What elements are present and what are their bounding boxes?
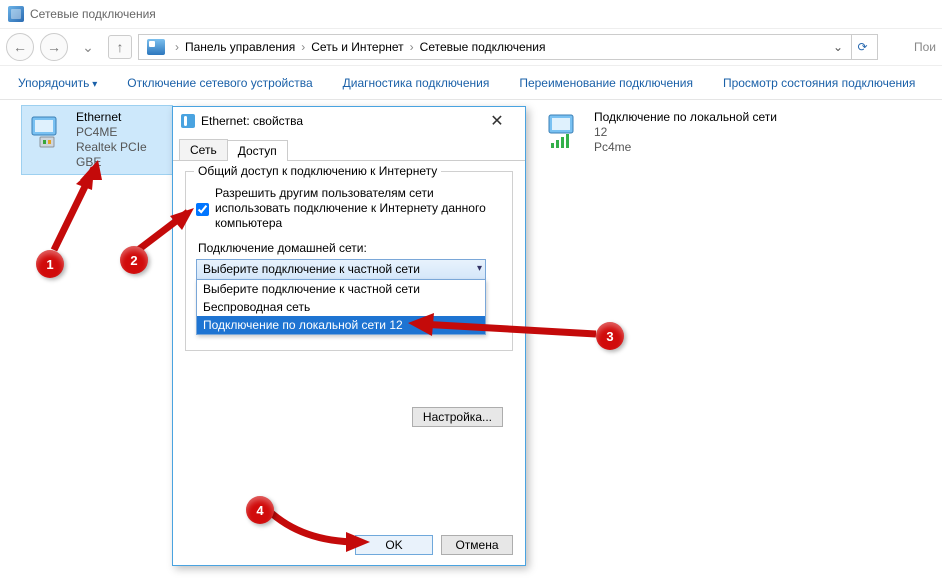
- group-legend: Общий доступ к подключению к Интернету: [194, 164, 441, 178]
- crumb-control-panel[interactable]: Панель управления: [185, 40, 295, 54]
- chevron-down-icon: ▾: [477, 263, 482, 274]
- home-network-label: Подключение домашней сети:: [198, 241, 502, 255]
- ethernet-icon: [181, 114, 195, 128]
- annotation-badge-3: 3: [596, 322, 624, 350]
- window-titlebar: Сетевые подключения: [0, 0, 942, 28]
- content-area: Ethernet PC4ME Realtek PCIe GBE Подключе…: [0, 100, 942, 583]
- chevron-right-icon: ›: [301, 40, 305, 54]
- chevron-right-icon: ›: [175, 40, 179, 54]
- back-button[interactable]: ←: [6, 33, 34, 61]
- connection-name: Подключение по локальной сети: [594, 110, 777, 125]
- tab-network[interactable]: Сеть: [179, 139, 228, 160]
- control-panel-icon: [147, 39, 165, 55]
- lan-adapter-icon: [544, 110, 586, 152]
- cmd-diagnose[interactable]: Диагностика подключения: [343, 76, 490, 90]
- refresh-button[interactable]: ⟳: [851, 35, 873, 59]
- cmd-disable-device[interactable]: Отключение сетевого устройства: [127, 76, 312, 90]
- connection-name: Ethernet: [76, 110, 166, 125]
- home-network-combo[interactable]: Выберите подключение к частной сети ▾: [196, 259, 486, 280]
- settings-button[interactable]: Настройка...: [412, 407, 503, 427]
- annotation-badge-1: 1: [36, 250, 64, 278]
- dialog-title: Ethernet: свойства: [201, 114, 303, 128]
- annotation-arrow-4: [262, 500, 382, 550]
- allow-sharing-row: Разрешить другим пользователям сети испо…: [196, 186, 502, 231]
- annotation-badge-4: 4: [246, 496, 274, 524]
- network-connections-icon: [8, 6, 24, 22]
- crumb-network-internet[interactable]: Сеть и Интернет: [311, 40, 403, 54]
- cancel-button[interactable]: Отмена: [441, 535, 513, 555]
- close-button[interactable]: ✕: [477, 111, 517, 131]
- dialog-titlebar[interactable]: Ethernet: свойства ✕: [173, 107, 525, 135]
- crumb-network-connections[interactable]: Сетевые подключения: [420, 40, 546, 54]
- allow-sharing-label: Разрешить другим пользователям сети испо…: [215, 186, 502, 231]
- connection-device: Pc4me: [594, 140, 777, 155]
- annotation-arrow-3: [400, 310, 600, 350]
- forward-button[interactable]: →: [40, 33, 68, 61]
- cmd-view-status[interactable]: Просмотр состояния подключения: [723, 76, 915, 90]
- chevron-down-icon[interactable]: ⌄: [833, 40, 843, 54]
- combo-value: Выберите подключение к частной сети: [203, 262, 420, 276]
- tab-sharing[interactable]: Доступ: [227, 140, 288, 161]
- up-button[interactable]: ↑: [108, 35, 132, 59]
- annotation-badge-2: 2: [120, 246, 148, 274]
- connection-status: PC4ME: [76, 125, 166, 140]
- cmd-rename[interactable]: Переименование подключения: [519, 76, 693, 90]
- search-hint: Пои: [914, 40, 936, 54]
- window-title: Сетевые подключения: [30, 7, 156, 21]
- connection-status: 12: [594, 125, 777, 140]
- tab-strip: Сеть Доступ: [173, 135, 525, 161]
- combo-option[interactable]: Выберите подключение к частной сети: [197, 280, 485, 298]
- address-bar: ← → ⌄ ↑ › Панель управления › Сеть и Инт…: [0, 28, 942, 66]
- command-bar: Упорядочить Отключение сетевого устройст…: [0, 66, 942, 100]
- connection-item-lan[interactable]: Подключение по локальной сети 12 Pc4me: [538, 106, 788, 159]
- cmd-organize[interactable]: Упорядочить: [18, 76, 97, 90]
- chevron-right-icon: ›: [410, 40, 414, 54]
- breadcrumb[interactable]: › Панель управления › Сеть и Интернет › …: [138, 34, 878, 60]
- recent-dropdown[interactable]: ⌄: [74, 33, 102, 61]
- annotation-arrow-1: [48, 150, 128, 260]
- ethernet-adapter-icon: [28, 110, 68, 152]
